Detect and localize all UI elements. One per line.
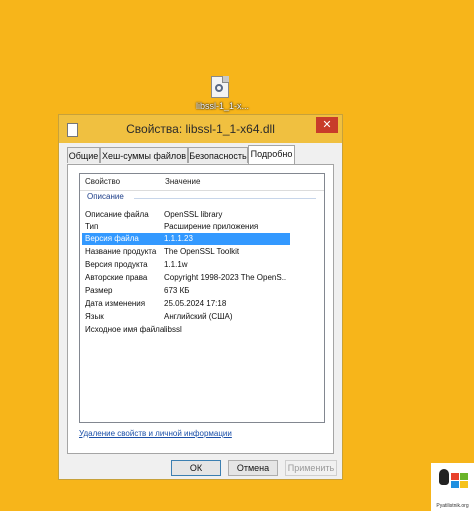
desktop-file-label: libssl-1_1-x...	[196, 101, 250, 111]
property-name: Версия файла	[85, 234, 139, 243]
watermark-text: Pyatilistnik.org	[436, 503, 469, 509]
properties-dialog: Свойства: libssl-1_1-x64.dll ✕ Общие Хеш…	[58, 114, 343, 480]
property-name: Тип	[85, 222, 99, 231]
dll-file-icon	[211, 76, 229, 98]
property-name: Размер	[85, 286, 113, 295]
gear-icon	[215, 84, 223, 92]
property-name: Название продукта	[85, 247, 157, 256]
window-title: Свойства: libssl-1_1-x64.dll	[126, 122, 275, 136]
list-row[interactable]: Авторские права Copyright 1998-2023 The O…	[82, 272, 290, 284]
apply-button[interactable]: Применить	[285, 460, 337, 476]
details-panel: Свойство Значение Описание Описание файл…	[67, 164, 334, 454]
site-watermark: Pyatilistnik.org	[431, 463, 474, 511]
group-divider	[134, 198, 316, 199]
desktop-file-icon[interactable]: libssl-1_1-x...	[196, 76, 250, 111]
list-row[interactable]: Размер 673 КБ	[82, 285, 290, 297]
property-value: 673 КБ	[164, 286, 190, 295]
properties-list[interactable]: Свойство Значение Описание Описание файл…	[79, 173, 325, 423]
title-bar[interactable]: Свойства: libssl-1_1-x64.dll ✕	[59, 115, 342, 143]
property-name: Версия продукта	[85, 260, 148, 269]
property-name: Язык	[85, 312, 104, 321]
tab-details[interactable]: Подробно	[248, 145, 295, 165]
tab-general[interactable]: Общие	[67, 147, 100, 163]
list-row[interactable]: Язык Английский (США)	[82, 311, 290, 323]
list-row-selected[interactable]: Версия файла 1.1.1.23	[82, 233, 290, 245]
column-header-property[interactable]: Свойство	[85, 174, 120, 189]
tab-security[interactable]: Безопасность	[188, 147, 248, 163]
header-divider	[80, 190, 324, 191]
property-value: Английский (США)	[164, 312, 233, 321]
list-row[interactable]: Исходное имя файла libssl	[82, 324, 290, 336]
property-value: Расширение приложения	[164, 222, 259, 231]
list-row[interactable]: Описание файла OpenSSL library	[82, 209, 290, 221]
close-button[interactable]: ✕	[316, 117, 338, 133]
property-name: Описание файла	[85, 210, 149, 219]
list-row[interactable]: Дата изменения 25.05.2024 17:18	[82, 298, 290, 310]
ok-button[interactable]: ОК	[171, 460, 221, 476]
property-value: 1.1.1w	[164, 260, 188, 269]
cancel-button[interactable]: Отмена	[228, 460, 278, 476]
property-value: OpenSSL library	[164, 210, 223, 219]
property-value: Copyright 1998-2023 The OpenS...	[164, 273, 286, 282]
property-value: 25.05.2024 17:18	[164, 299, 227, 308]
property-value: 1.1.1.23	[164, 234, 193, 243]
property-value: libssl	[164, 325, 182, 334]
property-name: Дата изменения	[85, 299, 146, 308]
windows-flag-icon	[451, 473, 469, 489]
property-name: Исходное имя файла	[85, 325, 165, 334]
penguin-icon	[439, 469, 455, 489]
tab-hashes[interactable]: Хеш-суммы файлов	[100, 147, 188, 163]
list-row[interactable]: Название продукта The OpenSSL Toolkit	[82, 246, 290, 258]
group-header: Описание	[87, 192, 124, 201]
remove-properties-link[interactable]: Удаление свойств и личной информации	[79, 429, 232, 438]
list-row[interactable]: Тип Расширение приложения	[82, 221, 290, 233]
column-header-value[interactable]: Значение	[165, 174, 200, 189]
list-row[interactable]: Версия продукта 1.1.1w	[82, 259, 290, 271]
property-name: Авторские права	[85, 273, 148, 282]
property-value: The OpenSSL Toolkit	[164, 247, 240, 256]
